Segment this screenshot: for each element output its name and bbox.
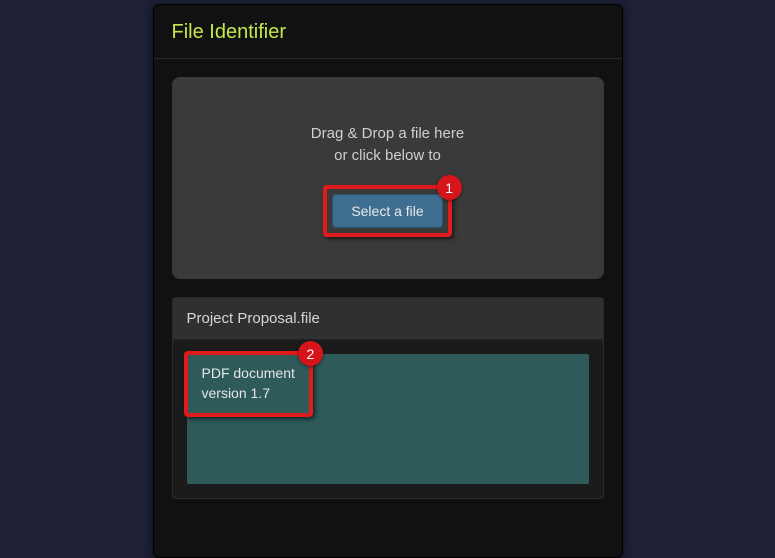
output-box: PDF document version 1.7 2 — [187, 354, 589, 484]
dropzone-line2: or click below to — [192, 145, 584, 167]
output-line2: version 1.7 — [202, 383, 295, 403]
output-line1: PDF document — [202, 363, 295, 383]
result-panel: Project Proposal.file PDF document versi… — [172, 297, 604, 499]
select-button-wrap: Select a file 1 — [323, 185, 451, 237]
output-text: PDF document version 1.7 — [188, 355, 309, 413]
panel-body: Drag & Drop a file here or click below t… — [154, 59, 622, 297]
callout-badge-2: 2 — [298, 341, 323, 366]
select-file-button[interactable]: Select a file — [332, 194, 442, 228]
result-filename: Project Proposal.file — [173, 298, 603, 340]
dropzone-line1: Drag & Drop a file here — [192, 123, 584, 145]
app-title: File Identifier — [154, 5, 622, 59]
callout-highlight-2: PDF document version 1.7 2 — [184, 351, 313, 417]
app-panel: File Identifier Drag & Drop a file here … — [153, 4, 623, 558]
callout-highlight-1: Select a file 1 — [323, 185, 451, 237]
dropzone[interactable]: Drag & Drop a file here or click below t… — [172, 77, 604, 279]
callout-badge-1: 1 — [437, 175, 462, 200]
result-body: PDF document version 1.7 2 — [173, 340, 603, 498]
dropzone-instructions: Drag & Drop a file here or click below t… — [192, 123, 584, 167]
